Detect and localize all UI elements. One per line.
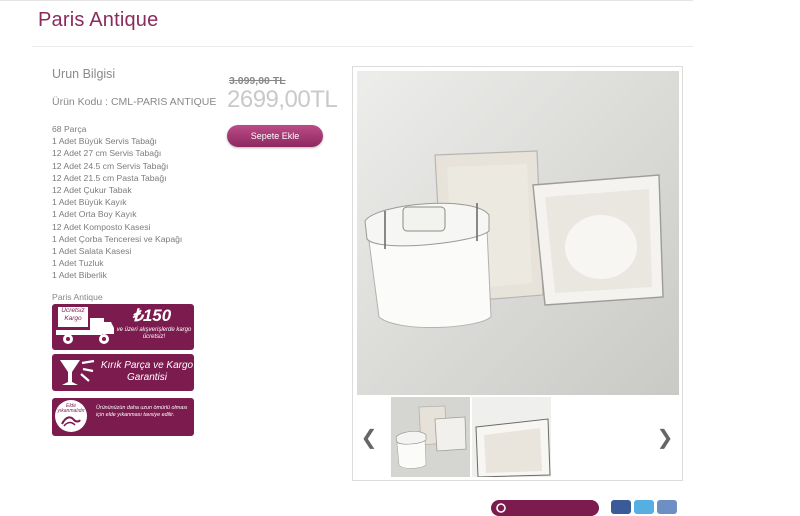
product-info-heading: Urun Bilgisi [52, 67, 116, 81]
chevron-left-icon[interactable]: ❮ [359, 425, 379, 449]
free-shipping-badge: Ücretsiz Kargo ₺150 ve üzeri alışverişle… [52, 304, 194, 350]
list-item: 68 Parça [52, 124, 87, 134]
social-share-icon[interactable] [657, 500, 677, 514]
list-item: 1 Adet Tuzluk [52, 258, 104, 269]
product-contents-list: 68 Parça 1 Adet Büyük Servis Tabağı 12 A… [52, 123, 182, 282]
product-main-image[interactable] [357, 71, 679, 395]
share-button[interactable] [491, 500, 599, 516]
guarantee-text: Kırık Parça ve Kargo Garantisi [100, 360, 194, 383]
twitter-icon[interactable] [634, 500, 654, 514]
hand-wash-icon: Elde yıkanmalıdır [55, 400, 87, 432]
page-title: Paris Antique [38, 9, 159, 31]
list-item: 12 Adet Komposto Kasesi [52, 221, 151, 232]
brand-caption: Paris Antique [52, 292, 103, 302]
hands-icon [61, 416, 81, 427]
hand-wash-text: Ürününüzün daha uzun ömürlü olması için … [96, 405, 188, 418]
facebook-icon[interactable] [611, 500, 631, 514]
hand-wash-badge: Elde yıkanmalıdır Ürününüzün daha uzun ö… [52, 398, 194, 436]
list-item: 12 Adet 21.5 cm Pasta Tabağı [52, 172, 167, 183]
truck-icon [56, 318, 114, 344]
thumbnail-image [472, 397, 551, 477]
product-gallery: ❮ ❯ [352, 66, 683, 481]
list-item: 1 Adet Büyük Servis Tabağı [52, 136, 157, 147]
list-item: 1 Adet Salata Kasesi [52, 246, 132, 257]
chevron-right-icon[interactable]: ❯ [655, 425, 675, 449]
broken-parts-guarantee-badge: Kırık Parça ve Kargo Garantisi [52, 354, 194, 391]
gallery-thumbnail[interactable] [472, 397, 551, 477]
title-divider [32, 46, 693, 47]
top-divider [0, 0, 693, 1]
list-item: 12 Adet Çukur Tabak [52, 185, 132, 196]
current-price: 2699,00TL [227, 86, 338, 113]
list-item: 1 Adet Orta Boy Kayık [52, 209, 137, 220]
broken-glass-icon [60, 359, 95, 385]
list-item: 1 Adet Biberlik [52, 270, 107, 281]
gallery-thumbnail[interactable] [391, 397, 470, 477]
product-code: Ürün Kodu : CML-PARIS ANTIQUE [52, 96, 217, 108]
list-item: 1 Adet Çorba Tenceresi ve Kapağı [52, 233, 183, 244]
list-item: 12 Adet 24.5 cm Servis Tabağı [52, 160, 169, 171]
share-icon [496, 503, 506, 513]
list-item: 1 Adet Büyük Kayık [52, 197, 127, 208]
free-shipping-note: ve üzeri alışverişlerde kargo ücretsiz! [116, 327, 192, 340]
list-item: 12 Adet 27 cm Servis Tabağı [52, 148, 162, 159]
thumbnail-image [391, 397, 470, 477]
add-to-cart-button[interactable]: Sepete Ekle [227, 125, 323, 147]
free-shipping-amount: ₺150 [132, 306, 172, 325]
